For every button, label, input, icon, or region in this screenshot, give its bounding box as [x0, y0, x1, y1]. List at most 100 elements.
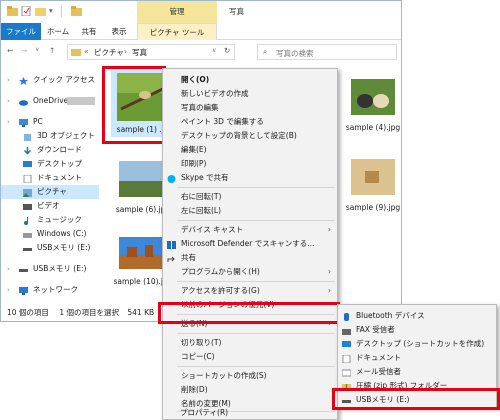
- document-icon: [342, 354, 351, 364]
- send-to-desktop[interactable]: デスクトップ (ショートカットを作成): [338, 337, 496, 351]
- refresh-icon[interactable]: ↻: [224, 46, 230, 55]
- address-dropdown-icon[interactable]: ∨: [212, 47, 216, 54]
- menu-item-delete[interactable]: 削除(D): [163, 383, 337, 397]
- sidebar-item-pictures[interactable]: ピクチャ: [1, 185, 99, 199]
- menu-item-copy[interactable]: コピー(C): [163, 350, 337, 364]
- sidebar-item-label: USBメモリ (E:): [33, 264, 87, 273]
- qat-dropdown-icon[interactable]: ▾: [49, 6, 53, 15]
- sidebar-item-label: ミュージック: [37, 215, 82, 224]
- folder-icon[interactable]: [7, 6, 18, 16]
- menu-item-new-video[interactable]: 新しいビデオの作成: [163, 87, 337, 101]
- sidebar-item-network[interactable]: › ネットワーク: [1, 283, 99, 297]
- back-button[interactable]: ←: [7, 46, 13, 55]
- address-bar[interactable]: « ピクチャ › 写真 ∨ ↻: [67, 44, 235, 60]
- breadcrumb-overflow[interactable]: «: [84, 47, 89, 56]
- menu-item-rotate-left[interactable]: 左に回転(L): [163, 204, 337, 218]
- menu-item-open[interactable]: 開く(O): [163, 73, 337, 87]
- sidebar-item-label: USBメモリ (E:): [37, 243, 91, 252]
- sidebar-item-documents[interactable]: ドキュメント: [1, 171, 99, 185]
- chevron-right-icon[interactable]: ›: [7, 73, 10, 87]
- sidebar-item-3d-objects[interactable]: 3D オブジェクト: [1, 129, 99, 143]
- sidebar-item-downloads[interactable]: ダウンロード: [1, 143, 99, 157]
- sidebar-item-usb-e-root[interactable]: › USBメモリ (E:): [1, 262, 99, 276]
- search-input[interactable]: 写真の検索: [276, 48, 314, 59]
- menu-item-set-background[interactable]: デスクトップの背景として設定(B): [163, 129, 337, 143]
- new-folder-icon[interactable]: [35, 6, 46, 16]
- file-item-sample-9[interactable]: sample (9).jpg: [346, 159, 407, 219]
- mail-icon: [341, 368, 352, 377]
- sidebar-item-pc[interactable]: › PC: [1, 115, 99, 129]
- sidebar-item-usb-e[interactable]: USBメモリ (E:): [1, 241, 99, 255]
- send-to-fax[interactable]: FAX 受信者: [338, 323, 496, 337]
- up-button[interactable]: ↑: [49, 46, 55, 55]
- qat-divider: [61, 5, 62, 17]
- pictures-icon: [23, 188, 32, 197]
- menu-item-label: ドキュメント: [356, 353, 401, 362]
- chevron-right-icon[interactable]: ›: [7, 115, 10, 129]
- chevron-right-icon[interactable]: ›: [7, 283, 10, 297]
- usb-icon: [19, 265, 28, 273]
- tab-view[interactable]: 表示: [105, 23, 133, 40]
- forward-button[interactable]: →: [21, 46, 27, 55]
- tab-file[interactable]: ファイル: [1, 23, 41, 40]
- tab-picture-tools[interactable]: ピクチャ ツール: [137, 23, 217, 40]
- menu-item-device-cast[interactable]: デバイス キャスト ›: [163, 223, 337, 237]
- sidebar-item-label: PC: [33, 117, 43, 126]
- cube-icon: [23, 132, 32, 141]
- menu-item-edit-photo[interactable]: 写真の編集: [163, 101, 337, 115]
- menu-item-rotate-right[interactable]: 右に回転(T): [163, 190, 337, 204]
- breadcrumb-photos[interactable]: 写真: [132, 47, 147, 58]
- address-row: ← → ∨ ↑ « ピクチャ › 写真 ∨ ↻ ⌕ 写真の検索: [1, 41, 401, 63]
- share-icon: [167, 254, 176, 262]
- menu-separator: [177, 333, 335, 334]
- menu-item-open-with[interactable]: プログラムから開く(H) ›: [163, 265, 337, 279]
- menu-item-edit[interactable]: 編集(E): [163, 143, 337, 157]
- menu-item-cut[interactable]: 切り取り(T): [163, 336, 337, 350]
- search-icon: ⌕: [263, 47, 268, 56]
- file-item-sample-4[interactable]: sample (4).jpg: [346, 79, 407, 139]
- file-name: sample (9).jpg: [345, 203, 401, 212]
- menu-item-share[interactable]: 共有: [163, 251, 337, 265]
- fax-icon: [342, 326, 351, 335]
- menu-item-give-access[interactable]: アクセスを許可する(G) ›: [163, 284, 337, 298]
- breadcrumb-pictures[interactable]: ピクチャ: [94, 47, 124, 58]
- search-box[interactable]: ⌕ 写真の検索: [257, 44, 397, 60]
- send-to-documents[interactable]: ドキュメント: [338, 351, 496, 365]
- menu-item-skype-share[interactable]: Skype で共有: [163, 171, 337, 185]
- chevron-right-icon[interactable]: ›: [7, 94, 10, 108]
- thumbnail-landscape: [119, 161, 163, 197]
- menu-item-paint3d[interactable]: ペイント 3D で編集する: [163, 115, 337, 129]
- sidebar-item-label: ドキュメント: [37, 173, 82, 182]
- sidebar-item-desktop[interactable]: デスクトップ: [1, 157, 99, 171]
- sidebar-item-windows-c[interactable]: Windows (C:): [1, 227, 99, 241]
- menu-item-label: デバイス キャスト: [181, 225, 244, 234]
- menu-item-label: デスクトップ (ショートカットを作成): [356, 339, 485, 348]
- tab-home[interactable]: ホーム: [43, 23, 73, 40]
- sidebar-item-music[interactable]: ミュージック: [1, 213, 99, 227]
- navigation-pane: › クイック アクセス › OneDrive - › PC 3D オブジェクト …: [1, 65, 101, 305]
- sidebar-item-videos[interactable]: ビデオ: [1, 199, 99, 213]
- sidebar-item-label: 3D オブジェクト: [37, 131, 95, 140]
- menu-item-create-shortcut[interactable]: ショートカットの作成(S): [163, 369, 337, 383]
- recent-locations-button[interactable]: ∨: [35, 46, 39, 53]
- bluetooth-icon: [342, 312, 351, 321]
- chevron-right-icon: ›: [328, 267, 331, 276]
- folder-icon: [71, 6, 82, 18]
- chevron-right-icon[interactable]: ›: [7, 262, 10, 276]
- skype-icon: [167, 174, 176, 183]
- menu-item-print[interactable]: 印刷(P): [163, 157, 337, 171]
- tab-share[interactable]: 共有: [75, 23, 103, 40]
- menu-item-properties[interactable]: プロパティ(R): [162, 406, 338, 420]
- sidebar-item-onedrive[interactable]: › OneDrive -: [1, 94, 99, 108]
- ribbon-context-group: 管理: [137, 1, 217, 23]
- menu-item-defender-scan[interactable]: Microsoft Defender でスキャンする...: [163, 237, 337, 251]
- send-to-mail[interactable]: メール受信者: [338, 365, 496, 379]
- context-menu: 開く(O) 新しいビデオの作成 写真の編集 ペイント 3D で編集する デスクト…: [162, 68, 338, 420]
- menu-item-label: メール受信者: [356, 367, 401, 376]
- menu-item-label: アクセスを許可する(G): [181, 286, 260, 295]
- sidebar-item-quick-access[interactable]: › クイック アクセス: [1, 73, 99, 87]
- send-to-bluetooth[interactable]: Bluetooth デバイス: [338, 309, 496, 323]
- menu-item-label: 共有: [181, 253, 196, 262]
- properties-icon[interactable]: [21, 5, 32, 17]
- highlight-selected-file: [102, 66, 166, 144]
